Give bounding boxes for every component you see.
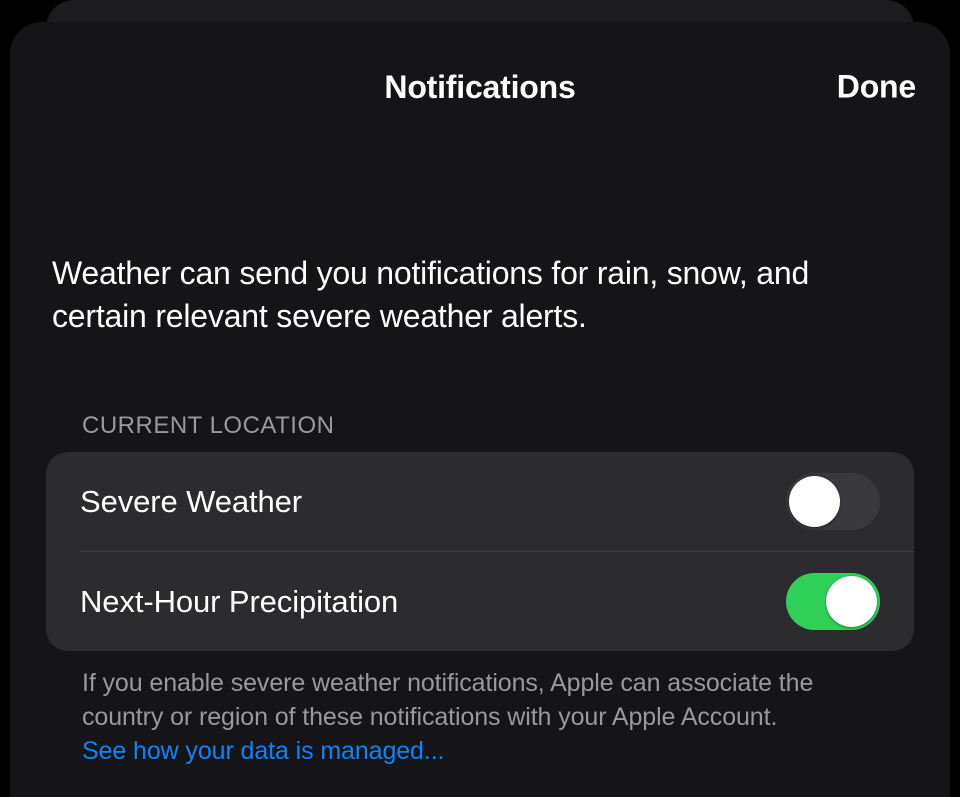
row-label-severe-weather: Severe Weather [80, 484, 302, 520]
data-management-link[interactable]: See how your data is managed... [82, 735, 444, 769]
row-next-hour-precipitation: Next-Hour Precipitation [46, 552, 914, 651]
intro-text: Weather can send you notifications for r… [10, 152, 950, 338]
row-label-next-hour-precipitation: Next-Hour Precipitation [80, 584, 398, 620]
page-title: Notifications [384, 69, 575, 106]
toggle-severe-weather[interactable] [786, 473, 880, 530]
toggle-knob [789, 476, 840, 527]
section-header-current-location: CURRENT LOCATION [10, 338, 950, 452]
toggle-knob [826, 576, 877, 627]
nav-bar: Notifications Done [10, 22, 950, 152]
notifications-sheet: Notifications Done Weather can send you … [10, 22, 950, 797]
toggle-next-hour-precipitation[interactable] [786, 573, 880, 630]
footer-text: If you enable severe weather notificatio… [82, 669, 813, 731]
done-button[interactable]: Done [837, 69, 916, 106]
settings-group: Severe Weather Next-Hour Precipitation [46, 452, 914, 651]
row-severe-weather: Severe Weather [46, 452, 914, 551]
section-footer: If you enable severe weather notificatio… [10, 651, 950, 768]
